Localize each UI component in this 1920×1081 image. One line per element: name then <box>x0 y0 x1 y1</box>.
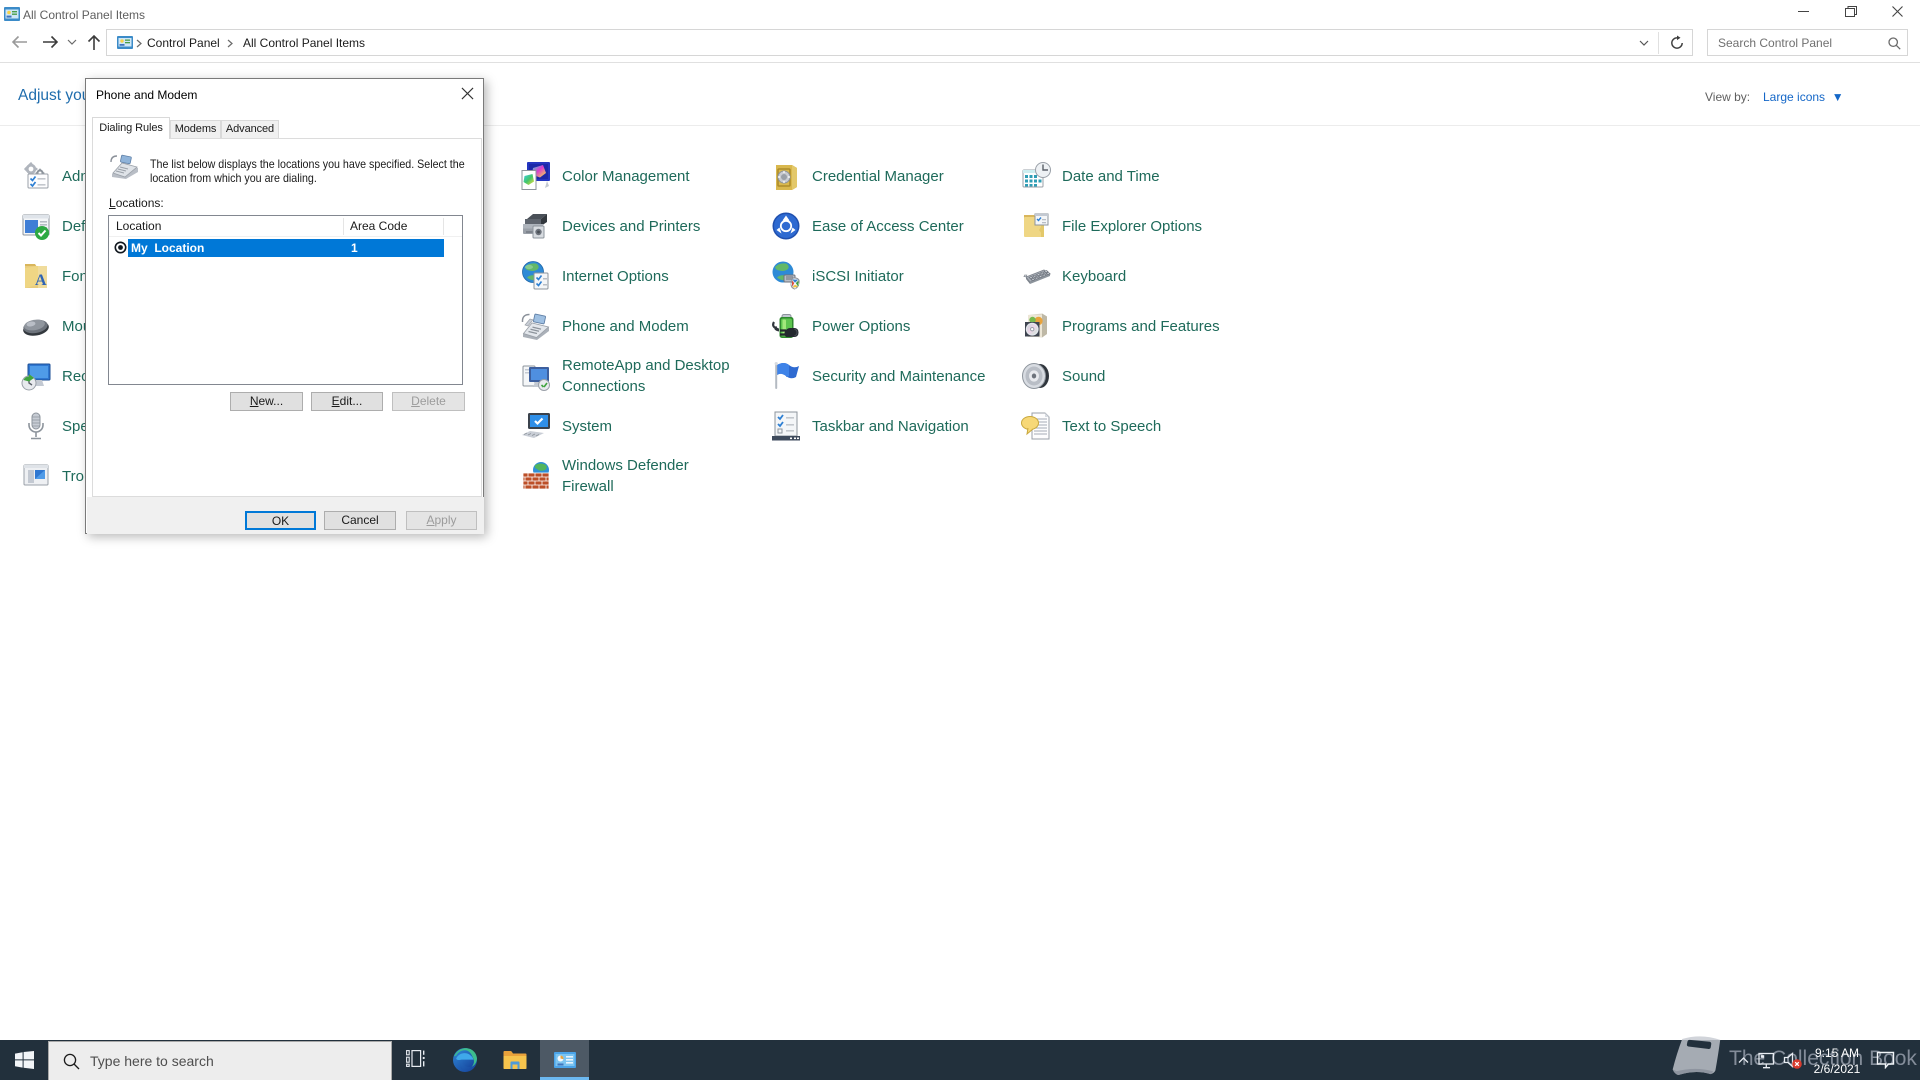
svg-text:A: A <box>35 272 47 289</box>
